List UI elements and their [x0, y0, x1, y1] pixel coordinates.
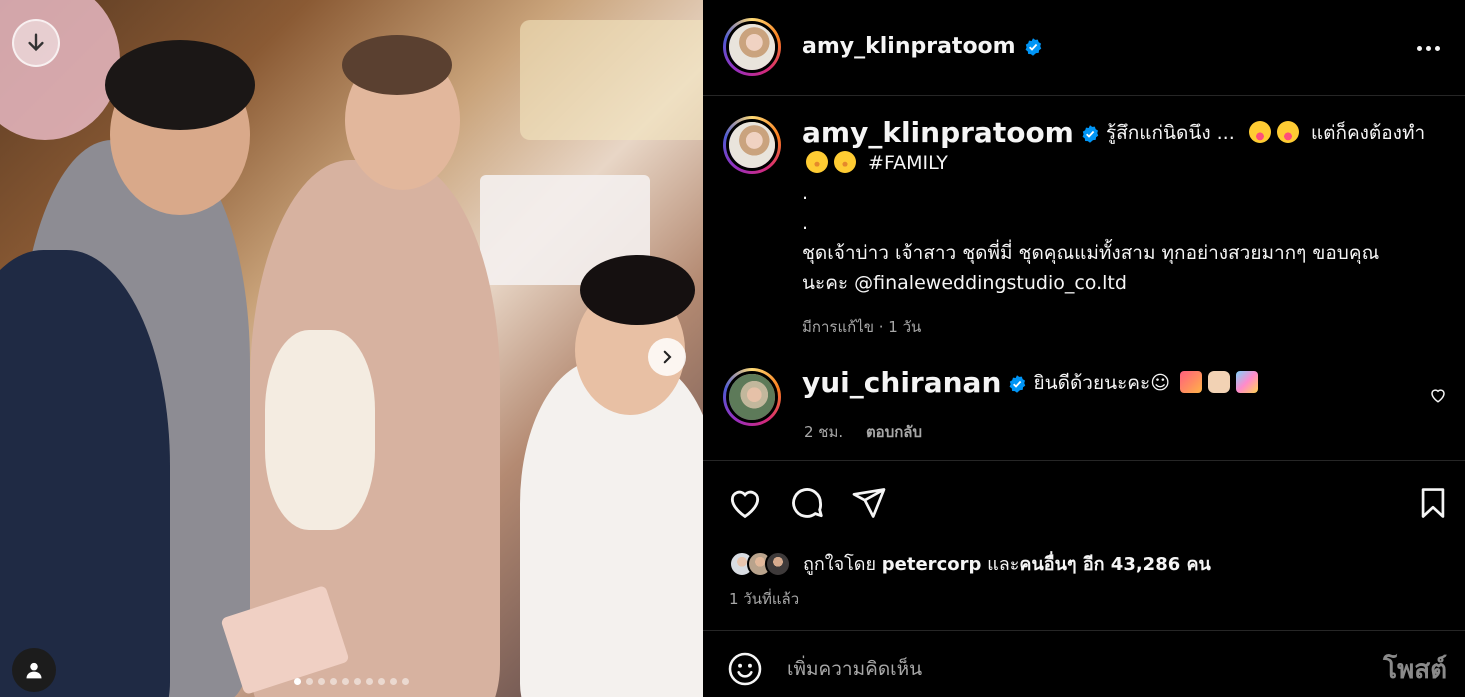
- photo-hair-groom: [105, 40, 255, 130]
- author-username[interactable]: amy_klinpratoom: [802, 34, 1043, 59]
- caption-edited-time: มีการแก้ไข · 1 วัน: [802, 318, 922, 336]
- post-caption: amy_klinpratoom รู้สึกแก่นิดนึง ... แต่ก…: [802, 118, 1432, 298]
- comment-bubble-icon: [792, 488, 823, 518]
- carousel-dot: [306, 678, 313, 685]
- verified-badge-icon: [1010, 374, 1026, 393]
- photo-bg-window: [520, 20, 703, 140]
- comment-body: yui_chiranan ยินดีด้วยนะคะ☺: [802, 368, 1422, 398]
- caption-dot: .: [802, 182, 809, 204]
- sign-of-horns-emoji: [1208, 371, 1231, 393]
- photo-hair-woman: [342, 35, 452, 95]
- likes-count[interactable]: คนอื่นๆ อีก 43,286 คน: [1019, 554, 1210, 575]
- caption-text-tail: แต่ก็คงต้องทำ: [1310, 122, 1426, 144]
- squinting-tongue-emoji: [1276, 121, 1299, 143]
- liker-username[interactable]: petercorp: [882, 554, 982, 575]
- paper-plane-icon: [852, 488, 886, 518]
- party-popper-emoji: [1236, 371, 1259, 393]
- commenter-avatar[interactable]: [723, 368, 781, 426]
- caption-line: ชุดเจ้าบ่าว เจ้าสาว ชุดพี่มี่ ชุดคุณแม่ท…: [802, 242, 1380, 264]
- carousel-dot: [330, 678, 337, 685]
- carousel-dot: [390, 678, 397, 685]
- caption-dot: .: [802, 212, 809, 234]
- comment-time: 2 ชม.: [804, 423, 844, 441]
- carousel-dot: [378, 678, 385, 685]
- caption-text: รู้สึกแก่นิดนึง ...: [1105, 122, 1235, 144]
- comment-meta: 2 ชม. ตอบกลับ: [804, 420, 922, 444]
- author-avatar[interactable]: [723, 18, 781, 76]
- heart-icon: [1431, 389, 1445, 403]
- verified-badge-icon: [1025, 38, 1042, 56]
- likes-prefix: ถูกใจโดย: [803, 554, 877, 575]
- post-header: amy_klinpratoom: [703, 0, 1465, 96]
- bookmark-icon: [1421, 488, 1445, 518]
- emoji-picker-button[interactable]: [727, 651, 763, 687]
- carousel-dot: [366, 678, 373, 685]
- commenter-username[interactable]: yui_chiranan: [802, 366, 1001, 399]
- carousel-dot: [294, 678, 301, 685]
- comment-item: yui_chiranan ยินดีด้วยนะคะ☺ 2 ชม. ตอบกลั…: [703, 360, 1465, 450]
- comment-input[interactable]: [787, 651, 1307, 687]
- post-timestamp[interactable]: 1 วันที่แล้ว: [729, 587, 799, 611]
- save-button[interactable]: [1413, 483, 1453, 523]
- squinting-tongue-emoji: [1248, 121, 1271, 143]
- heart-icon: [730, 490, 760, 519]
- more-options-button[interactable]: [1413, 36, 1443, 60]
- arrow-down-icon: [28, 33, 44, 52]
- carousel-next-button[interactable]: [648, 338, 686, 376]
- carousel-dot: [318, 678, 325, 685]
- smiley-icon: [728, 652, 762, 686]
- likes-text: ถูกใจโดย petercorp และคนอื่นๆ อีก 43,286…: [803, 549, 1211, 578]
- caption-author-avatar[interactable]: [723, 116, 781, 174]
- photo-bg-flowers: [0, 0, 120, 140]
- relieved-face-emoji: [834, 151, 856, 173]
- post-actions: ถูกใจโดย petercorp และคนอื่นๆ อีก 43,286…: [703, 460, 1465, 630]
- relieved-face-emoji: [806, 151, 828, 173]
- liker-avatar: [765, 550, 791, 577]
- comment-reply-button[interactable]: ตอบกลับ: [866, 423, 922, 441]
- comment-text: ยินดีด้วยนะคะ☺: [1033, 372, 1171, 394]
- caption-username[interactable]: amy_klinpratoom: [802, 116, 1074, 149]
- share-button[interactable]: [849, 483, 889, 523]
- likes-joiner: และ: [987, 554, 1020, 575]
- chevron-right-icon: [663, 350, 672, 364]
- photo-garland: [265, 330, 375, 530]
- caption-hashtag[interactable]: #FAMILY: [868, 152, 948, 174]
- more-horizontal-icon: [1416, 45, 1422, 51]
- post-photo[interactable]: [0, 0, 703, 697]
- tagged-users-button[interactable]: [12, 648, 56, 692]
- post-details-panel: amy_klinpratoom amy_klinpratoom รู้สึกแก…: [703, 0, 1465, 697]
- heart-gift-emoji: [1180, 371, 1203, 393]
- comment-button[interactable]: [787, 483, 827, 523]
- carousel-dot: [402, 678, 409, 685]
- comment-like-button[interactable]: [1429, 386, 1451, 408]
- likes-summary[interactable]: ถูกใจโดย petercorp และคนอื่นๆ อีก 43,286…: [729, 549, 1211, 578]
- verified-badge-icon: [1082, 124, 1099, 143]
- download-button[interactable]: [12, 19, 60, 67]
- caption-line-prefix: นะคะ: [802, 272, 849, 294]
- photo-hair-bride: [580, 255, 695, 325]
- add-comment-bar: โพสต์: [703, 630, 1465, 697]
- carousel-indicator: [0, 678, 703, 685]
- post-comment-button[interactable]: โพสต์: [1383, 649, 1447, 690]
- user-icon: [26, 662, 42, 679]
- caption-mention[interactable]: @finaleweddingstudio_co.ltd: [854, 272, 1127, 294]
- like-button[interactable]: [725, 483, 765, 523]
- carousel-dot: [354, 678, 361, 685]
- carousel-dot: [342, 678, 349, 685]
- author-username-text[interactable]: amy_klinpratoom: [802, 34, 1016, 59]
